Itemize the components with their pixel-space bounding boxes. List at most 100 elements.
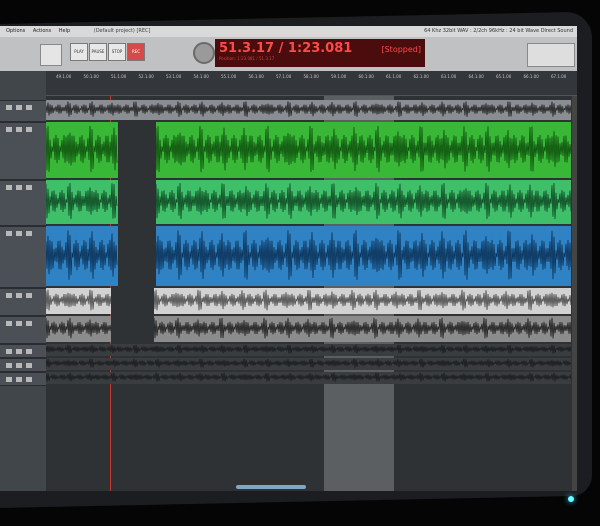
track-button[interactable] — [16, 293, 22, 298]
waveform — [156, 183, 571, 220]
track-button[interactable] — [6, 363, 12, 368]
power-led — [568, 496, 574, 502]
waveform — [154, 289, 571, 311]
stop-button[interactable]: STOP — [108, 43, 126, 61]
track-button[interactable] — [16, 127, 22, 132]
media-item[interactable] — [156, 180, 571, 224]
track-header[interactable] — [0, 226, 46, 288]
waveform-path — [46, 230, 118, 280]
track-lane[interactable] — [46, 100, 571, 120]
play-button[interactable]: PLAY — [70, 43, 88, 61]
track-button[interactable] — [16, 321, 22, 326]
waveform-path — [46, 289, 111, 311]
menu-help[interactable]: Help — [59, 26, 70, 37]
media-item[interactable] — [46, 344, 571, 356]
vertical-scrollbar[interactable] — [572, 96, 577, 491]
track-button[interactable] — [16, 349, 22, 354]
track-lane[interactable] — [46, 344, 571, 356]
media-item[interactable] — [46, 122, 118, 178]
waveform — [46, 230, 118, 280]
media-item[interactable] — [154, 288, 571, 314]
media-item[interactable] — [46, 226, 118, 286]
track-header[interactable] — [0, 288, 46, 316]
track-header[interactable] — [0, 180, 46, 226]
track-lane[interactable] — [46, 372, 571, 384]
track-header[interactable] — [0, 358, 46, 372]
waveform — [46, 125, 118, 173]
waveform-path — [46, 372, 571, 382]
track-button[interactable] — [26, 349, 32, 354]
daw-window: Options Actions Help (Default project) [… — [0, 26, 577, 491]
ruler-tick: 60.1.00 — [358, 74, 374, 79]
track-lane[interactable] — [46, 358, 571, 370]
media-item[interactable] — [46, 358, 571, 370]
ruler-tick: 53.1.00 — [166, 74, 182, 79]
track-button[interactable] — [16, 185, 22, 190]
track-button[interactable] — [6, 321, 12, 326]
track-button[interactable] — [26, 293, 32, 298]
ruler-tick: 51.1.00 — [111, 74, 127, 79]
ruler-tick: 58.1.00 — [303, 74, 319, 79]
menu-options[interactable]: Options — [6, 26, 25, 37]
media-item[interactable] — [46, 372, 571, 384]
track-header[interactable] — [0, 122, 46, 180]
track-button[interactable] — [6, 185, 12, 190]
track-button[interactable] — [26, 105, 32, 110]
time-readout: 51.3.17 / 1:23.081 — [219, 41, 353, 56]
track-lane[interactable] — [46, 288, 571, 314]
media-item[interactable] — [46, 288, 111, 314]
track-button[interactable] — [16, 231, 22, 236]
track-lane[interactable] — [46, 316, 571, 342]
tempo-controls[interactable] — [527, 43, 575, 67]
track-button[interactable] — [6, 231, 12, 236]
track-button[interactable] — [16, 105, 22, 110]
menu-bar: Options Actions Help (Default project) [… — [0, 26, 577, 37]
waveform-path — [156, 183, 571, 220]
track-button[interactable] — [6, 105, 12, 110]
record-mode-button[interactable] — [40, 44, 62, 66]
track-lane[interactable] — [46, 180, 571, 224]
media-item[interactable] — [156, 122, 571, 178]
transport-bar: PLAY PAUSE STOP REC 51.3.17 / 1:23.081 P… — [0, 37, 577, 71]
track-button[interactable] — [26, 231, 32, 236]
arrange-view[interactable] — [46, 96, 577, 491]
track-button[interactable] — [6, 293, 12, 298]
media-item[interactable] — [154, 316, 571, 342]
waveform — [154, 317, 571, 339]
record-button[interactable]: REC — [127, 43, 145, 61]
track-button[interactable] — [16, 363, 22, 368]
track-button[interactable] — [26, 185, 32, 190]
track-button[interactable] — [6, 127, 12, 132]
track-button[interactable] — [26, 363, 32, 368]
master-volume-knob[interactable] — [193, 42, 215, 64]
waveform — [46, 317, 111, 339]
media-item[interactable] — [46, 180, 118, 224]
waveform-path — [46, 358, 571, 368]
waveform-path — [156, 125, 571, 173]
track-lane[interactable] — [46, 122, 571, 178]
track-header[interactable] — [0, 100, 46, 122]
timeline-ruler[interactable]: 49.1.00 50.1.00 51.1.00 52.1.00 53.1.00 54.1.… — [46, 71, 577, 96]
menu-actions[interactable]: Actions — [33, 26, 51, 37]
media-item[interactable] — [46, 100, 571, 120]
track-header[interactable] — [0, 372, 46, 386]
track-button[interactable] — [6, 377, 12, 382]
media-item[interactable] — [46, 316, 111, 342]
waveform-path — [154, 317, 571, 339]
track-button[interactable] — [6, 349, 12, 354]
ruler-tick: 50.1.00 — [83, 74, 99, 79]
track-lane[interactable] — [46, 226, 571, 286]
audio-status: 64 Khz 32bit WAV : 2/2ch 96kHz : 24 bit … — [424, 28, 573, 34]
track-header[interactable] — [0, 316, 46, 344]
track-button[interactable] — [26, 321, 32, 326]
track-button[interactable] — [26, 127, 32, 132]
track-button[interactable] — [16, 377, 22, 382]
ruler-tick: 49.1.00 — [56, 74, 72, 79]
track-button[interactable] — [26, 377, 32, 382]
ruler-tick: 67.1.00 — [551, 74, 567, 79]
waveform-path — [46, 183, 118, 219]
horizontal-scrollbar[interactable] — [236, 485, 306, 489]
pause-button[interactable]: PAUSE — [89, 43, 107, 61]
track-header[interactable] — [0, 344, 46, 358]
media-item[interactable] — [156, 226, 571, 286]
